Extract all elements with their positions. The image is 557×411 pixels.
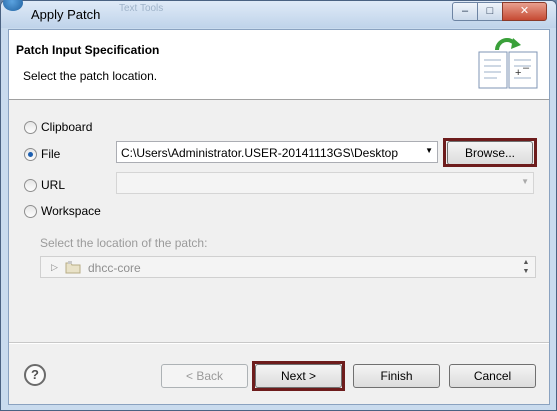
svg-text:–: – [523,62,530,74]
workspace-location-prompt: Select the location of the patch: [40,236,208,250]
svg-text:+: + [515,67,521,79]
clipboard-radio[interactable] [24,120,37,134]
next-highlight-box [252,361,345,391]
workspace-option[interactable]: Workspace [24,203,101,219]
url-option[interactable]: URL [24,177,65,193]
workspace-label: Workspace [41,204,101,218]
wizard-header: Patch Input Specification Select the pat… [9,30,549,100]
window-title: Apply Patch [31,7,101,22]
minimize-button[interactable]: – [452,2,478,21]
workspace-tree: ▷ dhcc-core ▲ ▼ [40,256,536,278]
dialog-body: Patch Input Specification Select the pat… [8,29,550,405]
apply-patch-window: Apply Patch Text Tools – □ ✕ Patch Input… [0,0,557,411]
tree-item-label: dhcc-core [88,261,141,275]
clipboard-label: Clipboard [41,120,93,134]
footer-separator [9,342,549,344]
clipboard-option[interactable]: Clipboard [24,119,92,135]
cancel-button[interactable]: Cancel [449,364,536,388]
maximize-button[interactable]: □ [477,2,503,21]
expand-arrow-icon: ▷ [51,262,58,272]
workspace-radio[interactable] [24,204,37,218]
file-path-value: C:\Users\Administrator.USER-20141113GS\D… [121,146,399,160]
url-combo: ▼ [116,172,534,194]
apply-patch-wizard-icon: + – [478,38,538,89]
tree-scrollbar: ▲ ▼ [522,259,530,275]
finish-button[interactable]: Finish [353,364,440,388]
file-path-combo[interactable]: C:\Users\Administrator.USER-20141113GS\D… [116,141,438,163]
help-icon[interactable]: ? [24,364,46,386]
file-option[interactable]: File [24,146,60,162]
close-button[interactable]: ✕ [502,2,547,21]
title-bar[interactable]: Apply Patch Text Tools – □ ✕ [1,0,556,28]
background-window-title: Text Tools [119,3,164,14]
project-folder-icon [65,261,81,274]
file-radio[interactable] [24,147,37,161]
back-button: < Back [161,364,248,388]
browse-highlight-box [443,138,537,167]
chevron-down-icon: ▼ [521,177,529,186]
chevron-down-icon[interactable]: ▼ [425,146,433,155]
url-label: URL [41,178,66,192]
file-label: File [41,147,61,161]
app-logo-icon [3,0,23,11]
url-radio[interactable] [24,178,37,192]
page-title: Patch Input Specification [16,43,160,57]
page-description: Select the patch location. [23,69,158,83]
